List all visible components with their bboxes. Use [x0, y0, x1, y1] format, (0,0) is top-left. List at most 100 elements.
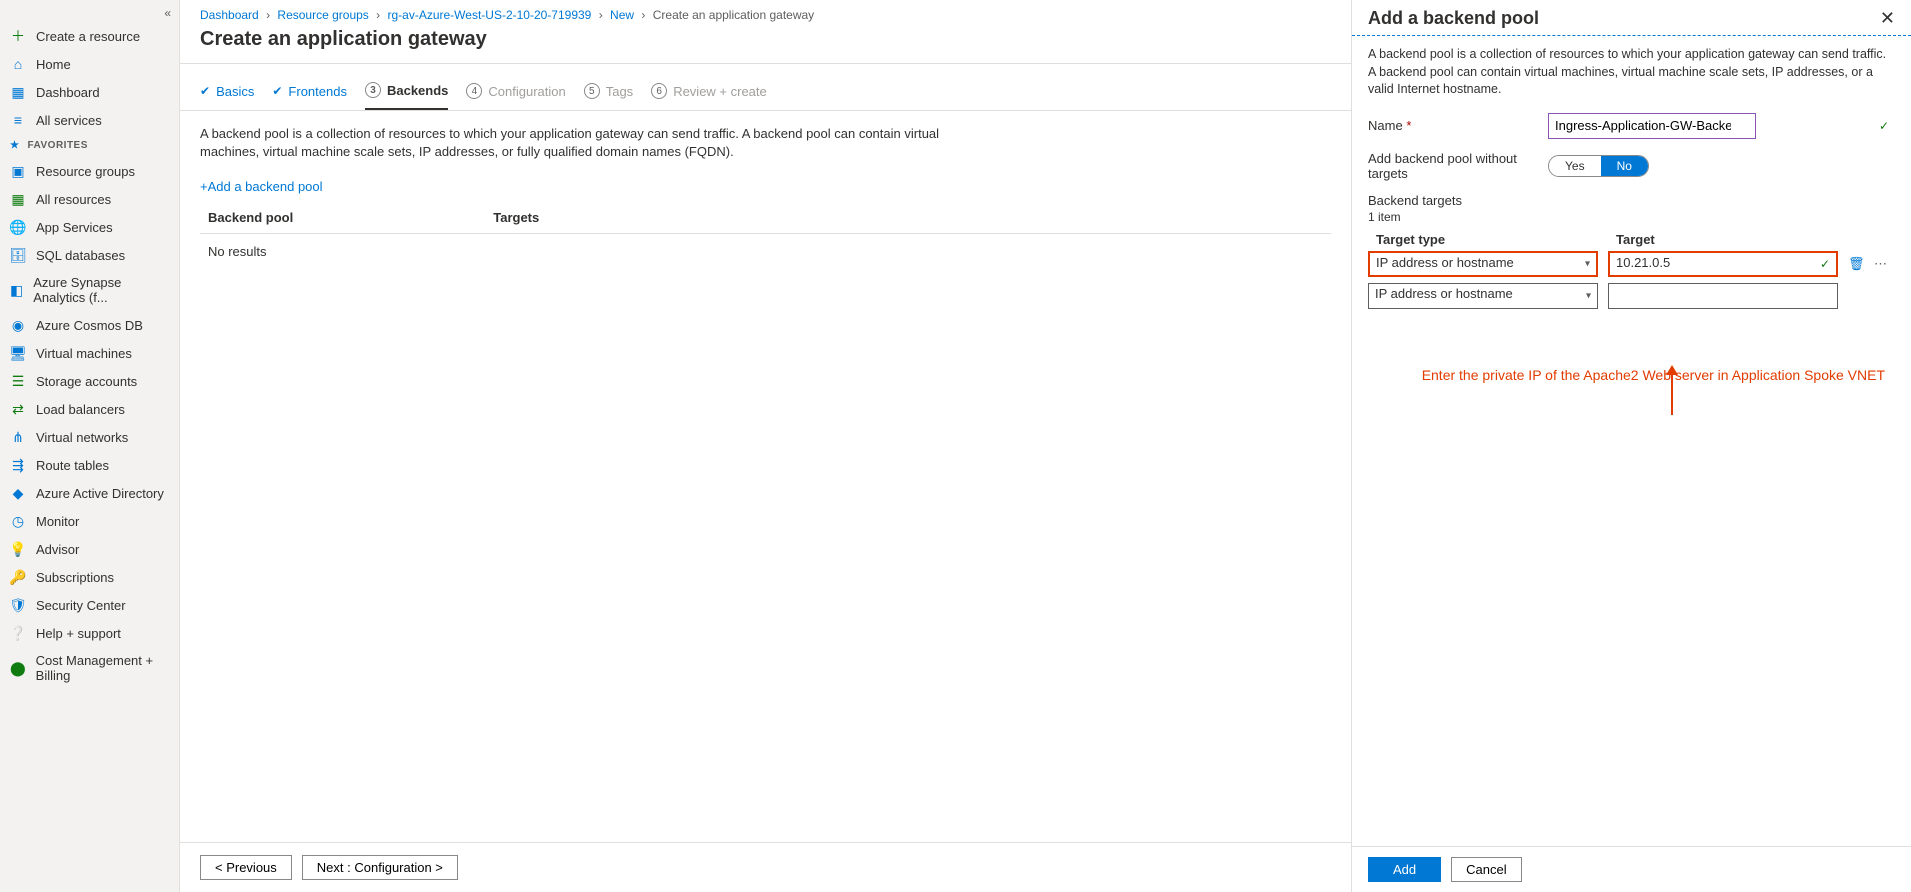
tab-backends[interactable]: 3Backends	[365, 82, 448, 110]
sql-icon: 🗄	[10, 247, 26, 263]
tab-tags[interactable]: 5Tags	[584, 82, 633, 110]
vnet-icon: ⋔	[10, 429, 26, 445]
sidebar-item-subscriptions[interactable]: 🔑Subscriptions	[0, 563, 179, 591]
validated-check-icon: ✓	[1879, 119, 1889, 133]
list-icon: ≡	[10, 112, 26, 128]
route-icon: ⇶	[10, 457, 26, 473]
annotation-text: Enter the private IP of the Apache2 Web …	[1368, 367, 1895, 383]
cancel-button[interactable]: Cancel	[1451, 857, 1521, 882]
cosmos-icon: ◉	[10, 317, 26, 333]
sidebar-item-resource-groups[interactable]: ▣Resource groups	[0, 157, 179, 185]
lb-icon: ⇄	[10, 401, 26, 417]
tab-configuration[interactable]: 4Configuration	[466, 82, 565, 110]
col-backend-pool: Backend pool	[208, 210, 293, 225]
sidebar: « ＋ Create a resource ⌂ Home ▦ Dashboard…	[0, 0, 180, 892]
delete-icon[interactable]: 🗑	[1848, 256, 1864, 272]
panel-title: Add a backend pool	[1368, 8, 1539, 29]
sidebar-item-monitor[interactable]: ◷Monitor	[0, 507, 179, 535]
no-targets-toggle[interactable]: Yes No	[1548, 155, 1649, 177]
item-count: 1 item	[1368, 210, 1895, 224]
sidebar-item-vnets[interactable]: ⋔Virtual networks	[0, 423, 179, 451]
sidebar-dashboard[interactable]: ▦ Dashboard	[0, 78, 179, 106]
sidebar-item-synapse[interactable]: ◧Azure Synapse Analytics (f...	[0, 269, 179, 311]
more-icon[interactable]: ⋯	[1874, 256, 1888, 272]
previous-button[interactable]: < Previous	[200, 855, 292, 880]
tab-frontends[interactable]: ✔Frontends	[272, 82, 347, 110]
backends-description: A backend pool is a collection of resour…	[180, 111, 960, 161]
main-content: Dashboard › Resource groups › rg-av-Azur…	[180, 0, 1351, 892]
sidebar-item-advisor[interactable]: 💡Advisor	[0, 535, 179, 563]
cost-icon: ⬤	[10, 660, 26, 676]
sidebar-create-label: Create a resource	[36, 29, 140, 44]
check-icon: ✔	[272, 84, 282, 98]
synapse-icon: ◧	[10, 282, 23, 298]
sidebar-item-sql[interactable]: 🗄SQL databases	[0, 241, 179, 269]
sidebar-item-app-services[interactable]: 🌐App Services	[0, 213, 179, 241]
tab-basics[interactable]: ✔Basics	[200, 82, 254, 110]
plus-icon: ＋	[10, 28, 26, 44]
next-button[interactable]: Next : Configuration >	[302, 855, 458, 880]
panel-footer: Add Cancel	[1352, 846, 1911, 892]
aad-icon: ◆	[10, 485, 26, 501]
sidebar-item-route-tables[interactable]: ⇶Route tables	[0, 451, 179, 479]
close-icon[interactable]: ✕	[1880, 8, 1895, 29]
sidebar-item-cosmos[interactable]: ◉Azure Cosmos DB	[0, 311, 179, 339]
target-type-select[interactable]: IP address or hostname ▾	[1368, 251, 1598, 277]
target-row: IP address or hostname ▾	[1368, 283, 1895, 309]
sidebar-item-cost[interactable]: ⬤Cost Management + Billing	[0, 647, 179, 689]
sidebar-item-storage[interactable]: ☰Storage accounts	[0, 367, 179, 395]
add-backend-pool-link[interactable]: +Add a backend pool	[180, 161, 1351, 202]
col-target-type: Target type	[1370, 232, 1600, 247]
sidebar-home-label: Home	[36, 57, 71, 72]
check-icon: ✔	[200, 84, 210, 98]
add-backend-pool-panel: Add a backend pool ✕ A backend pool is a…	[1351, 0, 1911, 892]
sidebar-item-security[interactable]: 🛡Security Center	[0, 591, 179, 619]
col-target: Target	[1610, 232, 1840, 247]
breadcrumb-resource-groups[interactable]: Resource groups	[277, 8, 368, 22]
sidebar-all-services[interactable]: ≡ All services	[0, 106, 179, 134]
tab-review[interactable]: 6Review + create	[651, 82, 767, 110]
home-icon: ⌂	[10, 56, 26, 72]
chevron-down-icon: ▾	[1586, 290, 1591, 301]
sidebar-item-aad[interactable]: ◆Azure Active Directory	[0, 479, 179, 507]
name-label: Name *	[1368, 118, 1548, 133]
globe-icon: 🌐	[10, 219, 26, 235]
toggle-no[interactable]: No	[1601, 156, 1648, 176]
breadcrumb-dashboard[interactable]: Dashboard	[200, 8, 259, 22]
monitor-icon: ◷	[10, 513, 26, 529]
breadcrumb-current: Create an application gateway	[653, 8, 814, 22]
backend-pool-table: Backend pool Targets No results	[180, 202, 1351, 269]
table-empty-row: No results	[200, 234, 1331, 269]
toggle-yes[interactable]: Yes	[1549, 156, 1601, 176]
sidebar-item-help[interactable]: ❔Help + support	[0, 619, 179, 647]
target-type-select[interactable]: IP address or hostname ▾	[1368, 283, 1598, 309]
sidebar-item-all-resources[interactable]: ▦All resources	[0, 185, 179, 213]
wizard-tabs: ✔Basics ✔Frontends 3Backends 4Configurat…	[180, 64, 1351, 111]
add-button[interactable]: Add	[1368, 857, 1441, 882]
panel-description: A backend pool is a collection of resour…	[1368, 46, 1895, 99]
key-icon: 🔑	[10, 569, 26, 585]
breadcrumb-rg-name[interactable]: rg-av-Azure-West-US-2-10-20-719939	[387, 8, 591, 22]
no-targets-label: Add backend pool without targets	[1368, 151, 1548, 181]
sidebar-home[interactable]: ⌂ Home	[0, 50, 179, 78]
dashboard-icon: ▦	[10, 84, 26, 100]
chevron-down-icon: ▾	[1585, 258, 1590, 269]
sidebar-item-vms[interactable]: 🖥Virtual machines	[0, 339, 179, 367]
vm-icon: 🖥	[10, 345, 26, 361]
page-title: Create an application gateway	[180, 26, 1351, 63]
target-value-input[interactable]	[1608, 283, 1838, 309]
sidebar-favorites-header: ★ FAVORITES	[0, 134, 179, 157]
shield-icon: 🛡	[10, 597, 26, 613]
sidebar-allservices-label: All services	[36, 113, 102, 128]
sidebar-dashboard-label: Dashboard	[36, 85, 100, 100]
sidebar-collapse-icon[interactable]: «	[0, 4, 179, 22]
name-input[interactable]	[1548, 113, 1756, 139]
sidebar-item-loadbalancers[interactable]: ⇄Load balancers	[0, 395, 179, 423]
breadcrumb: Dashboard › Resource groups › rg-av-Azur…	[180, 0, 1351, 26]
target-value-input[interactable]: 10.21.0.5 ✓	[1608, 251, 1838, 277]
star-icon: ★	[10, 140, 19, 151]
storage-icon: ☰	[10, 373, 26, 389]
breadcrumb-new[interactable]: New	[610, 8, 634, 22]
validated-check-icon: ✓	[1820, 257, 1830, 271]
sidebar-create-resource[interactable]: ＋ Create a resource	[0, 22, 179, 50]
